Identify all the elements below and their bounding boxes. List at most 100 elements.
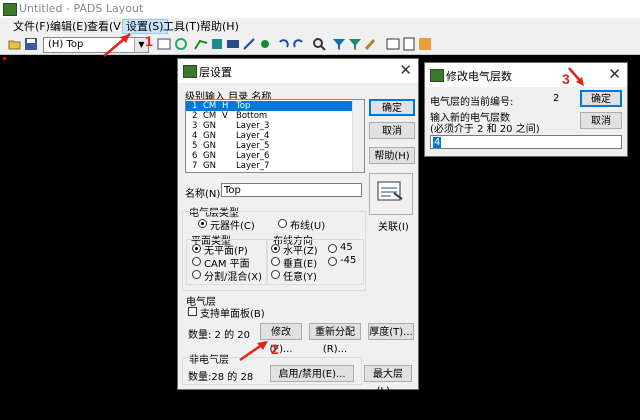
modify-layer-count-dialog: 修改电气层数 ✕ 电气层的当前编号: 2 确定 输入新的电气层数 (必须介于 2… xyxy=(424,62,628,157)
ok-button[interactable]: 确定 xyxy=(580,90,622,107)
annotation-arrow-1 xyxy=(103,33,131,57)
layer-list-row[interactable]: 7 GN Layer_7 xyxy=(186,161,352,171)
annotation-arrow-3 xyxy=(568,67,584,86)
layer-name-field[interactable]: Top xyxy=(221,183,362,197)
close-icon[interactable]: ✕ xyxy=(608,65,621,83)
layer-name: Bottom xyxy=(236,111,268,121)
current-count-label: 电气层的当前编号: xyxy=(430,97,514,108)
menu-help[interactable]: 帮助(H) xyxy=(197,19,242,34)
pads-logo-icon xyxy=(430,69,444,82)
cancel-button[interactable]: 取消 xyxy=(369,122,415,139)
drc-icon[interactable] xyxy=(210,37,224,51)
layer-setup-dialog: 层设置 ✕ 级别输入 目录 名称 1 CM H Top 2 CM V Bottom 3 GN Lay… xyxy=(177,58,419,397)
component-radio[interactable] xyxy=(198,219,207,228)
refresh-icon[interactable] xyxy=(174,37,188,51)
dialog-title: 层设置 xyxy=(199,66,232,79)
undo-icon[interactable] xyxy=(276,37,290,51)
plane-none-radio[interactable] xyxy=(192,244,201,253)
plane-cam-radio[interactable] xyxy=(192,257,201,266)
dir-any-radio[interactable] xyxy=(271,270,280,279)
open-folder-icon[interactable] xyxy=(8,37,22,51)
enable-disable-button[interactable]: 启用/禁用(E)... xyxy=(270,365,354,382)
cam-icon[interactable] xyxy=(226,37,240,51)
dialog-title: 修改电气层数 xyxy=(446,70,512,83)
layer-list-row[interactable]: 4 GN Layer_4 xyxy=(186,131,352,141)
plane-split-radio[interactable] xyxy=(192,270,201,279)
layer-name: Layer_5 xyxy=(236,141,270,151)
nonelec-count: 数量:28 的 28 xyxy=(188,372,254,383)
layer-name: Layer_4 xyxy=(236,131,270,141)
max-layer-button[interactable]: 最大层(L)... xyxy=(364,365,412,397)
layer-list-row[interactable]: 6 GN Layer_6 xyxy=(186,151,352,161)
zoom-icon[interactable] xyxy=(312,37,326,51)
name-label: 名称(N): xyxy=(185,189,224,200)
filter-icon[interactable] xyxy=(332,37,346,51)
route-icon[interactable] xyxy=(194,37,208,51)
layer-dir: CM xyxy=(203,101,217,111)
brush-icon[interactable] xyxy=(364,37,378,51)
layer-num: 3 xyxy=(192,121,198,131)
dir-vertical-radio[interactable] xyxy=(271,257,280,266)
current-count-value: 2 xyxy=(553,93,560,104)
single-sided-checkbox[interactable] xyxy=(188,307,197,316)
pads-logo-icon xyxy=(3,3,17,16)
dir-45-label: 45 xyxy=(340,242,353,253)
image-icon[interactable] xyxy=(386,37,400,51)
layer-name: Top xyxy=(236,101,251,111)
associate-button[interactable] xyxy=(369,173,413,215)
layer-name: Layer_7 xyxy=(236,161,270,171)
layer-list-row[interactable]: 3 GN Layer_3 xyxy=(186,121,352,131)
plane-split-label: 分割/混合(X) xyxy=(204,272,263,283)
report-icon[interactable] xyxy=(402,37,416,51)
new-count-range: (必须介于 2 和 20 之间) xyxy=(430,124,540,135)
single-sided-label: 支持单面板(B) xyxy=(200,309,265,320)
origin-marker xyxy=(3,57,6,60)
new-count-input[interactable]: 4 xyxy=(430,135,622,149)
layer-list[interactable]: 1 CM H Top 2 CM V Bottom 3 GN Layer_3 4 GN Layer_4 5 GN… xyxy=(185,99,365,173)
layer-dir: GN xyxy=(203,121,216,131)
dir-m45-radio[interactable] xyxy=(328,257,337,266)
associate-icon xyxy=(377,181,403,201)
find-icon[interactable] xyxy=(348,37,362,51)
layer-select-value: (H) Top xyxy=(48,39,84,50)
layer-num: 1 xyxy=(192,101,198,111)
cancel-button[interactable]: 取消 xyxy=(580,112,622,129)
associate-label: 关联(I) xyxy=(378,222,409,233)
redraw-icon[interactable] xyxy=(157,37,171,51)
save-icon[interactable] xyxy=(24,37,38,51)
help-icon[interactable] xyxy=(418,37,432,51)
routing-radio-label: 布线(U) xyxy=(290,221,326,232)
layer-name: Layer_3 xyxy=(236,121,270,131)
layer-list-row[interactable]: 5 GN Layer_5 xyxy=(186,141,352,151)
layer-dir: GN xyxy=(203,141,216,151)
dialog-caption: 修改电气层数 ✕ xyxy=(425,63,627,87)
renumber-button[interactable]: 重新分配(R)... xyxy=(309,323,361,355)
layer-name: Layer_6 xyxy=(236,151,270,161)
layer-orient: H xyxy=(222,101,229,111)
close-icon[interactable]: ✕ xyxy=(399,61,412,79)
ok-button[interactable]: 确定 xyxy=(369,99,415,116)
layer-num: 2 xyxy=(192,111,198,121)
layer-dir: GN xyxy=(203,131,216,141)
via-icon[interactable] xyxy=(258,37,272,51)
layer-list-row[interactable]: 1 CM H Top xyxy=(186,101,352,111)
routing-radio[interactable] xyxy=(278,219,287,228)
component-radio-label: 元器件(C) xyxy=(210,221,255,232)
annotation-step-1: 1 xyxy=(145,33,153,49)
layer-num: 5 xyxy=(192,141,198,151)
layer-dir: GN xyxy=(203,161,216,171)
layer-num: 7 xyxy=(192,161,198,171)
menu-bar: 文件(F) 编辑(E) 查看(V) 设置(S) 工具(T) 帮助(H) xyxy=(0,18,640,35)
dir-m45-label: -45 xyxy=(340,255,357,266)
dir-horizontal-radio[interactable] xyxy=(271,244,280,253)
layer-num: 4 xyxy=(192,131,198,141)
line-tool-icon[interactable] xyxy=(242,37,256,51)
pads-logo-icon xyxy=(183,65,197,78)
help-button[interactable]: 帮助(H) xyxy=(369,147,415,164)
layer-list-row[interactable]: 2 CM V Bottom xyxy=(186,111,352,121)
app-title: Untitled - PADS Layout xyxy=(19,2,144,15)
thickness-button[interactable]: 厚度(T)... xyxy=(368,323,414,340)
layer-list-scrollbar[interactable] xyxy=(352,100,364,172)
dir-45-radio[interactable] xyxy=(328,244,337,253)
redo-icon[interactable] xyxy=(292,37,306,51)
